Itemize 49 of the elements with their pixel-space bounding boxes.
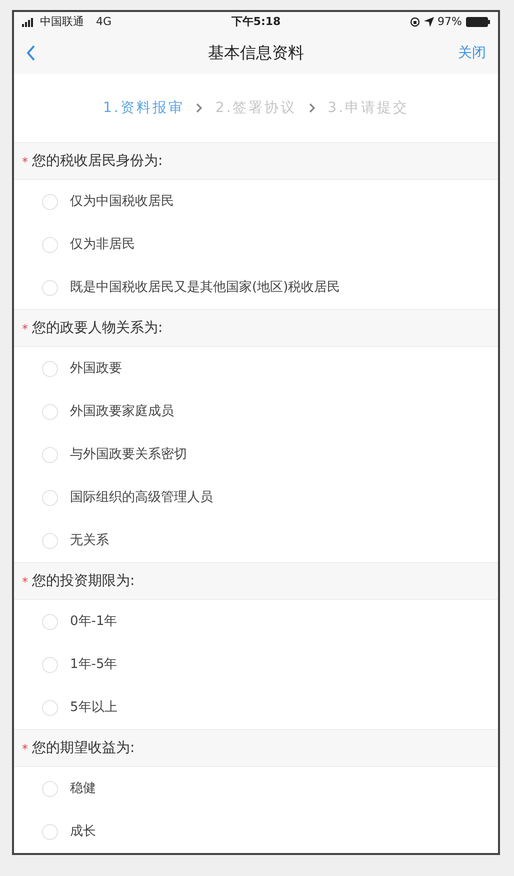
option-label: 外国政要 [70, 360, 122, 378]
required-mark: * [22, 574, 28, 591]
radio-option[interactable]: 国际组织的高级管理人员 [14, 476, 498, 519]
step-label: 2.签署协议 [215, 98, 297, 118]
question-title: 您的税收居民身份为: [32, 152, 163, 170]
question-title: 您的期望收益为: [32, 738, 135, 758]
back-chevron-icon [26, 45, 36, 61]
signal-icon [22, 18, 36, 26]
battery-icon [466, 17, 490, 27]
radio-option[interactable]: 与外国政要关系密切 [14, 433, 498, 476]
radio-option[interactable]: 无关系 [14, 519, 498, 562]
option-label: 无关系 [70, 532, 109, 550]
required-mark: * [22, 741, 28, 758]
option-label: 仅为非居民 [70, 236, 135, 254]
radio-option[interactable]: 外国政要家庭成员 [14, 390, 498, 433]
radio-option[interactable]: 外国政要 [14, 347, 498, 390]
location-arrow-icon [424, 17, 434, 27]
option-label: 与外国政要关系密切 [70, 446, 187, 464]
lock-rotation-icon [410, 17, 420, 27]
option-label: 0年-1年 [70, 612, 118, 631]
option-label: 外国政要家庭成员 [70, 402, 174, 421]
radio-option[interactable]: 仅为中国税收居民 [14, 180, 498, 223]
option-label: 成长 [70, 822, 96, 841]
option-label: 稳健 [70, 780, 96, 798]
radio-option[interactable]: 既是中国税收居民又是其他国家(地区)税收居民 [14, 266, 498, 309]
network-type: 4G [96, 14, 112, 30]
required-mark: * [22, 321, 28, 338]
required-mark: * [22, 154, 28, 171]
carrier-name: 中国联通 [40, 14, 84, 30]
option-label: 国际组织的高级管理人员 [70, 488, 213, 507]
option-label: 既是中国税收居民又是其他国家(地区)税收居民 [70, 278, 340, 297]
page-title: 基本信息资料 [207, 42, 305, 64]
radio-option[interactable]: 0年-1年 [14, 600, 498, 643]
radio-option[interactable]: 仅为非居民 [14, 223, 498, 266]
radio-option[interactable]: 5年以上 [14, 686, 498, 729]
option-label: 仅为中国税收居民 [70, 192, 174, 211]
chevron-right-icon [308, 103, 316, 113]
chevron-right-icon [196, 103, 204, 113]
radio-option[interactable]: 稳健 [14, 767, 498, 810]
battery-percent: 97% [438, 14, 462, 30]
step-label: 1.资料报审 [102, 98, 184, 118]
question-title: 您的投资期限为: [32, 572, 135, 590]
option-label: 5年以上 [70, 698, 118, 717]
clock-time: 下午5:18 [231, 14, 281, 30]
step-label: 3.申请提交 [328, 98, 410, 118]
option-label: 1年-5年 [70, 656, 118, 674]
question-title: 您的政要人物关系为: [32, 318, 163, 338]
radio-option[interactable]: 1年-5年 [14, 643, 498, 686]
radio-option[interactable]: 成长 [14, 810, 498, 853]
